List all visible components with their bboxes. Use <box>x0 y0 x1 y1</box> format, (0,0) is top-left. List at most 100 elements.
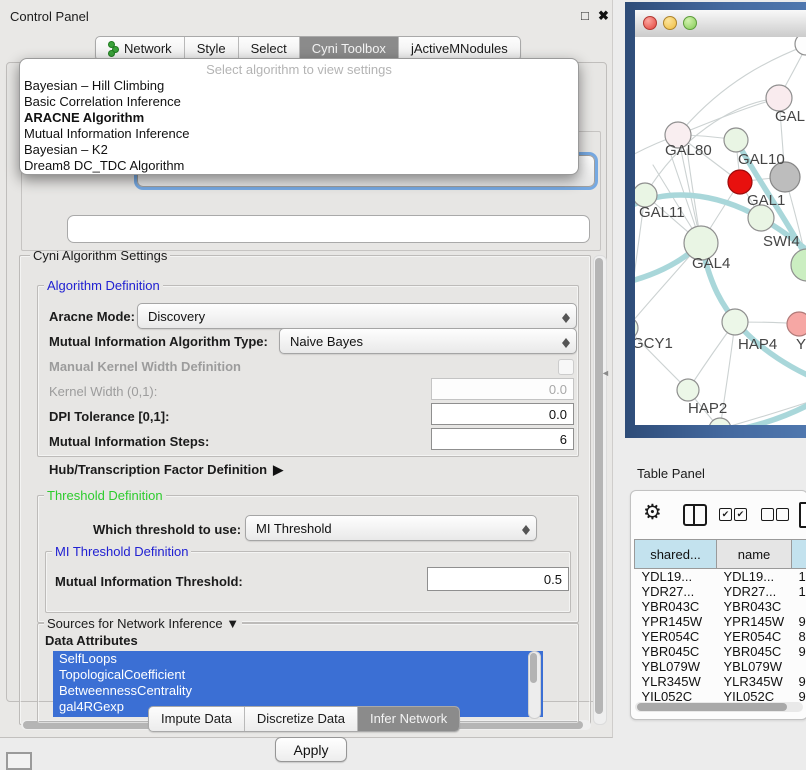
network-graph[interactable]: GALGAL80GAL10GAL1GAL11SWI4GAL4GCY1HAP4YH… <box>635 37 806 425</box>
mi-type-combo[interactable]: Naive Bayes <box>279 328 577 354</box>
tab-jactivemnodules[interactable]: jActiveMNodules <box>398 37 520 60</box>
algorithm-definition-title: Algorithm Definition <box>44 278 163 293</box>
table-row[interactable]: YER054CYER054C8. <box>635 629 806 644</box>
table-cell: YLR345W <box>717 674 792 689</box>
scrollbar-thumb[interactable] <box>637 703 787 711</box>
algorithm-option[interactable]: Dream8 DC_TDC Algorithm <box>20 158 578 174</box>
unchecked-checkbox-icon[interactable] <box>776 508 789 521</box>
table-row[interactable]: YBL079WYBL079W <box>635 659 806 674</box>
which-threshold-combo[interactable]: MI Threshold <box>245 515 537 541</box>
apply-button-label: Apply <box>293 742 328 758</box>
network-node[interactable] <box>791 249 806 281</box>
network-node[interactable] <box>787 312 806 336</box>
table-cell: YDL19... <box>717 569 792 585</box>
sources-title-text: Sources for Network Inference <box>47 616 223 631</box>
apply-button[interactable]: Apply <box>275 737 347 762</box>
minimize-window-icon[interactable] <box>663 16 677 30</box>
control-panel-titlebar: Control Panel □ ✖ <box>0 0 612 31</box>
network-window-titlebar[interactable] <box>635 10 806 38</box>
table-cell: YPR145W <box>717 614 792 629</box>
tab-cyni-toolbox[interactable]: Cyni Toolbox <box>299 37 398 60</box>
tab-label: Network <box>124 41 172 56</box>
network-node[interactable] <box>677 379 699 401</box>
panel-splitter-handle[interactable]: ◄ <box>601 366 609 380</box>
table-row[interactable]: YLR345WYLR345W9. <box>635 674 806 689</box>
gear-icon[interactable]: ⚙ <box>643 501 662 525</box>
unchecked-checkbox-icon[interactable] <box>761 508 774 521</box>
table-panel-card: ⚙ ✔ ✔ shared...nameA YDL19...YDL19...13Y… <box>630 490 806 720</box>
kernel-width-field[interactable]: 0.0 <box>431 378 574 400</box>
table-cell: 9. <box>792 674 806 689</box>
network-canvas[interactable]: GALGAL80GAL10GAL1GAL11SWI4GAL4GCY1HAP4YH… <box>635 37 806 425</box>
aracne-mode-label: Aracne Mode: <box>49 309 135 324</box>
tab-select[interactable]: Select <box>238 37 299 60</box>
checked-checkbox-icon[interactable]: ✔ <box>734 508 747 521</box>
close-window-icon[interactable] <box>643 16 657 30</box>
tab-label: Style <box>197 41 226 56</box>
algorithm-option[interactable]: Mutual Information Inference <box>20 126 578 142</box>
table-horizontal-scrollbar[interactable] <box>635 702 803 712</box>
split-columns-icon[interactable] <box>683 504 707 526</box>
table-doc-icon[interactable] <box>799 502 806 528</box>
kernel-width-label: Kernel Width (0,1): <box>49 384 157 399</box>
network-select-combo[interactable] <box>67 215 590 243</box>
mi-threshold-field[interactable]: 0.5 <box>427 567 569 591</box>
tab-impute-data[interactable]: Impute Data <box>149 707 244 731</box>
screen: Control Panel □ ✖ Network Style SelectCyni… <box>0 0 806 762</box>
tab-network[interactable]: Network <box>96 37 184 60</box>
tab-label: jActiveMNodules <box>411 41 508 56</box>
table-header-row[interactable]: shared...nameA <box>635 540 806 569</box>
scrollbar-thumb[interactable] <box>595 258 603 714</box>
expand-arrow-icon: ▶ <box>273 462 283 478</box>
network-node[interactable] <box>724 128 748 152</box>
network-node[interactable] <box>728 170 752 194</box>
table-panel-title: Table Panel <box>637 466 705 481</box>
tab-discretize-data[interactable]: Discretize Data <box>244 707 357 731</box>
aracne-mode-value: Discovery <box>148 309 205 324</box>
network-edge[interactable] <box>678 98 779 135</box>
bottom-corner-widget[interactable] <box>6 752 32 770</box>
table-cell: YER054C <box>635 629 717 644</box>
network-node[interactable] <box>795 37 806 55</box>
scrollbar-thumb[interactable] <box>530 653 537 683</box>
mi-steps-field[interactable]: 6 <box>431 428 574 450</box>
algorithm-option[interactable]: Bayesian – K2 <box>20 142 578 158</box>
attributes-list-scrollbar[interactable] <box>528 651 541 719</box>
data-attribute-item[interactable]: SelfLoops <box>53 651 543 667</box>
table-cell: 13 <box>792 569 806 585</box>
tab-style[interactable]: Style <box>184 37 238 60</box>
settings-vertical-scrollbar[interactable] <box>593 255 607 725</box>
data-attribute-item[interactable]: TopologicalCoefficient <box>53 667 543 683</box>
hub-definition-label: Hub/Transcription Factor Definition <box>49 462 267 477</box>
table-row[interactable]: YDR27...YDR27...12 <box>635 584 806 599</box>
algorithm-option[interactable]: Bayesian – Hill Climbing <box>20 78 578 94</box>
hub-definition-toggle[interactable]: Hub/Transcription Factor Definition ▶ <box>49 462 283 478</box>
sources-title[interactable]: Sources for Network Inference ▼ <box>44 616 242 631</box>
aracne-mode-combo[interactable]: Discovery <box>137 303 577 329</box>
network-edge[interactable] <box>720 393 806 425</box>
table-cell: YBL079W <box>635 659 717 674</box>
which-threshold-label: Which threshold to use: <box>93 522 241 537</box>
collapse-arrow-icon: ▼ <box>226 616 239 631</box>
table-row[interactable]: YBR045CYBR045C9. <box>635 644 806 659</box>
table-row[interactable]: YBR043CYBR043C <box>635 599 806 614</box>
dpi-tolerance-field[interactable]: 0.0 <box>431 403 574 425</box>
column-header[interactable]: shared... <box>635 540 717 569</box>
algorithm-option[interactable]: ARACNE Algorithm <box>20 110 578 126</box>
column-header[interactable]: A <box>792 540 806 569</box>
close-panel-icon[interactable]: ✖ <box>598 8 609 24</box>
manual-kernel-checkbox[interactable] <box>558 359 574 375</box>
table-row[interactable]: YPR145WYPR145W9. <box>635 614 806 629</box>
zoom-window-icon[interactable] <box>683 16 697 30</box>
tab-label: Infer Network <box>370 711 447 726</box>
table-row[interactable]: YDL19...YDL19...13 <box>635 569 806 585</box>
manual-kernel-label: Manual Kernel Width Definition <box>49 359 241 374</box>
float-window-icon[interactable]: □ <box>581 8 589 23</box>
data-attribute-item[interactable]: BetweennessCentrality <box>53 683 543 699</box>
network-node[interactable] <box>722 309 748 335</box>
node-label: HAP4 <box>738 336 777 353</box>
algorithm-option[interactable]: Basic Correlation Inference <box>20 94 578 110</box>
checked-checkbox-icon[interactable]: ✔ <box>719 508 732 521</box>
column-header[interactable]: name <box>717 540 792 569</box>
tab-infer-network[interactable]: Infer Network <box>357 707 459 731</box>
